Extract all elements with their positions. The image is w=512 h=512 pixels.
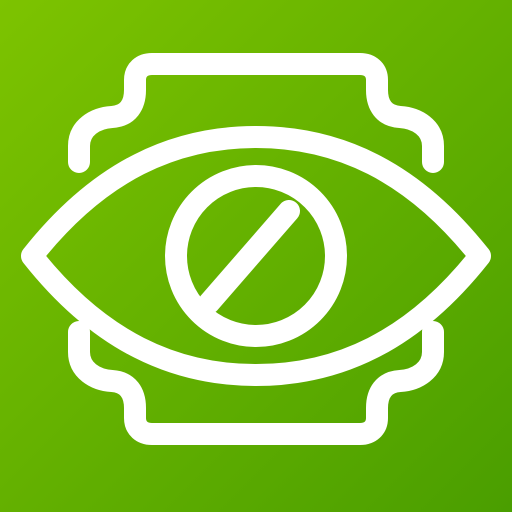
eye-blocked-badge-icon bbox=[0, 0, 512, 512]
app-icon bbox=[0, 0, 512, 512]
